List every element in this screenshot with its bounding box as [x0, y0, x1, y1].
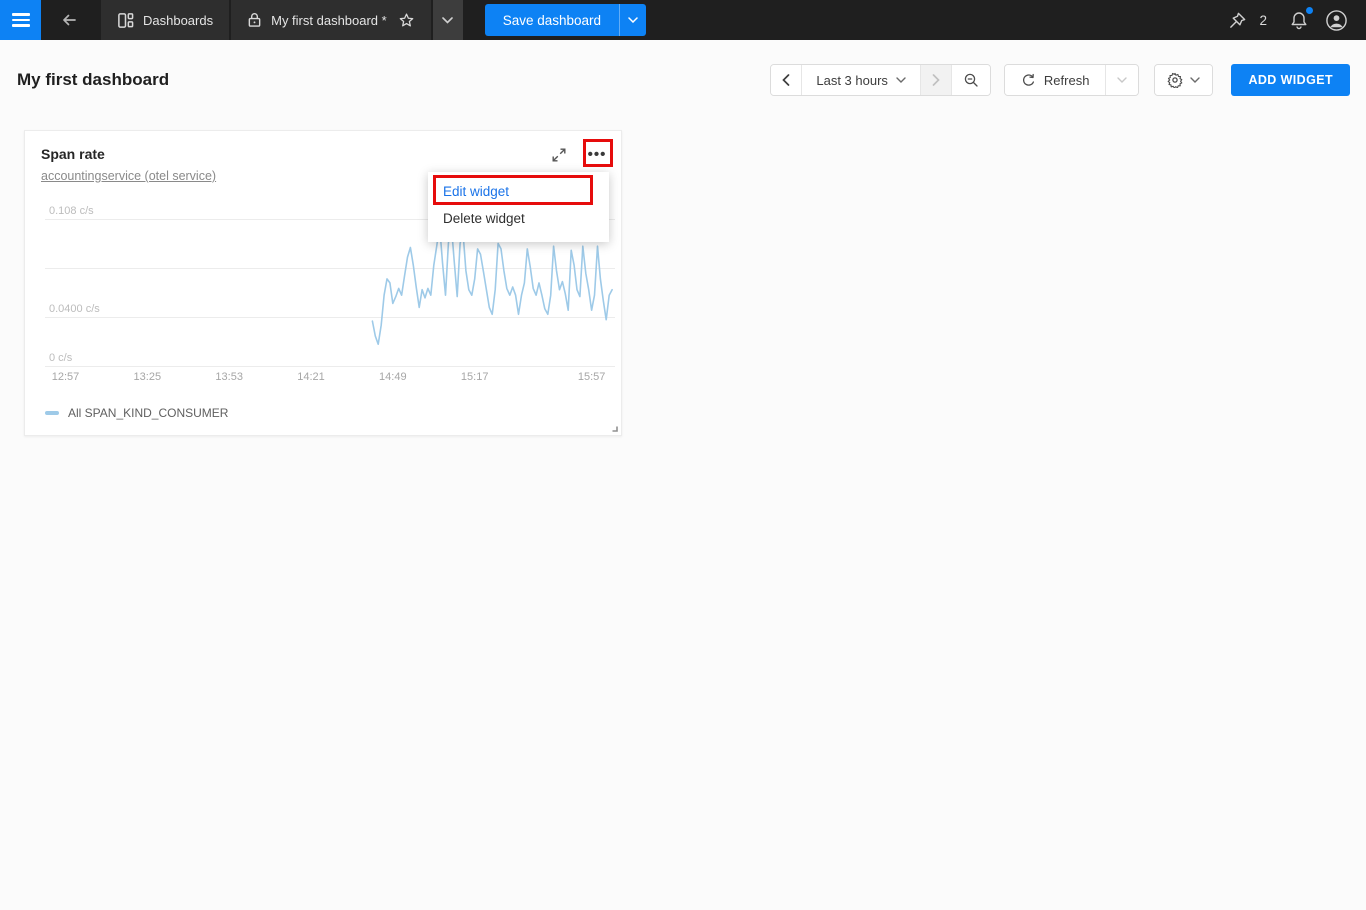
chevron-down-icon — [896, 77, 906, 83]
lock-icon — [247, 12, 262, 28]
widget-actions: ••• — [547, 143, 609, 167]
timeframe-zoom-out-button[interactable] — [951, 65, 990, 95]
tab-dashboards[interactable]: Dashboards — [101, 0, 229, 40]
save-dashboard-split-button: Save dashboard — [485, 4, 646, 36]
main-menu-button[interactable] — [0, 0, 41, 40]
x-axis-tick: 15:17 — [461, 371, 489, 383]
y-gridline — [45, 366, 615, 367]
pin-count-badge: 2 — [1259, 13, 1267, 28]
notifications-button[interactable] — [1285, 6, 1313, 34]
dashboard-header: My first dashboard Last 3 hours — [0, 40, 1366, 120]
dashboard-settings-button[interactable] — [1155, 65, 1212, 95]
star-icon — [398, 12, 415, 29]
widget-context-menu: Edit widget Delete widget — [428, 172, 609, 242]
chart-legend[interactable]: All SPAN_KIND_CONSUMER — [45, 406, 228, 420]
chart-x-axis: 12:57 13:25 13:53 14:21 14:49 15:17 15:57 — [45, 371, 615, 385]
menu-item-delete-widget[interactable]: Delete widget — [428, 205, 609, 232]
refresh-label: Refresh — [1044, 73, 1090, 88]
timeframe-label: Last 3 hours — [816, 73, 888, 88]
tab-list-dropdown-button[interactable] — [433, 0, 463, 40]
tab-my-first-dashboard[interactable]: My first dashboard * — [231, 0, 431, 40]
x-axis-tick: 14:49 — [379, 371, 407, 383]
timeframe-group: Last 3 hours — [770, 64, 991, 96]
page-title: My first dashboard — [17, 70, 169, 90]
widget-more-options-button[interactable]: ••• — [585, 143, 609, 167]
dashboards-grid-icon — [117, 12, 134, 29]
widget-title: Span rate — [41, 146, 105, 162]
pin-icon — [1228, 11, 1247, 30]
x-axis-tick: 13:53 — [215, 371, 243, 383]
chevron-down-icon — [442, 17, 453, 24]
top-navigation-bar: Dashboards My first dashboard * Save das… — [0, 0, 1366, 40]
save-dashboard-dropdown-button[interactable] — [619, 4, 646, 36]
dashboard-page: My first dashboard Last 3 hours — [0, 40, 1366, 910]
save-dashboard-button[interactable]: Save dashboard — [485, 4, 619, 36]
avatar-icon — [1325, 9, 1348, 32]
refresh-dropdown-button[interactable] — [1105, 65, 1138, 95]
gear-icon — [1167, 72, 1183, 88]
ellipsis-icon: ••• — [588, 150, 607, 160]
refresh-button[interactable]: Refresh — [1005, 65, 1106, 95]
series-line — [372, 224, 612, 344]
user-account-button[interactable] — [1321, 5, 1352, 36]
chevron-left-icon — [782, 74, 790, 86]
resize-corner-icon — [609, 423, 618, 432]
tab-my-first-dashboard-label: My first dashboard * — [271, 13, 387, 28]
notification-dot — [1306, 7, 1313, 14]
timeframe-selector[interactable]: Last 3 hours — [801, 65, 920, 95]
x-axis-tick: 15:57 — [578, 371, 606, 383]
arrow-left-icon — [60, 11, 78, 29]
refresh-group: Refresh — [1004, 64, 1140, 96]
tab-bar: Dashboards My first dashboard * — [101, 0, 463, 40]
refresh-icon — [1021, 73, 1036, 88]
widget-resize-handle[interactable] — [609, 423, 618, 432]
settings-group — [1154, 64, 1213, 96]
widget-entity-link[interactable]: accountingservice (otel service) — [41, 169, 216, 183]
add-widget-button[interactable]: ADD WIDGET — [1231, 64, 1350, 96]
legend-label: All SPAN_KIND_CONSUMER — [68, 406, 228, 420]
back-button[interactable] — [51, 0, 87, 40]
favorite-star-button[interactable] — [398, 12, 415, 29]
tab-dashboards-label: Dashboards — [143, 13, 213, 28]
expand-icon — [551, 147, 567, 163]
bell-icon — [1289, 10, 1309, 30]
chevron-down-icon — [1190, 77, 1200, 83]
chevron-down-icon — [1117, 77, 1127, 83]
menu-item-edit-widget[interactable]: Edit widget — [428, 178, 609, 205]
pinned-items-button[interactable] — [1224, 7, 1251, 34]
timeframe-forward-button[interactable] — [920, 65, 951, 95]
topbar-right-actions: 2 — [1224, 5, 1366, 36]
expand-widget-button[interactable] — [547, 143, 571, 167]
x-axis-tick: 14:21 — [297, 371, 325, 383]
legend-swatch — [45, 411, 59, 415]
timeframe-back-button[interactable] — [771, 65, 801, 95]
dashboard-controls: Last 3 hours — [770, 64, 1350, 96]
x-axis-tick: 12:57 — [52, 371, 80, 383]
chevron-down-icon — [628, 17, 638, 23]
chevron-right-icon — [932, 74, 940, 86]
x-axis-tick: 13:25 — [134, 371, 162, 383]
zoom-out-icon — [963, 72, 979, 88]
